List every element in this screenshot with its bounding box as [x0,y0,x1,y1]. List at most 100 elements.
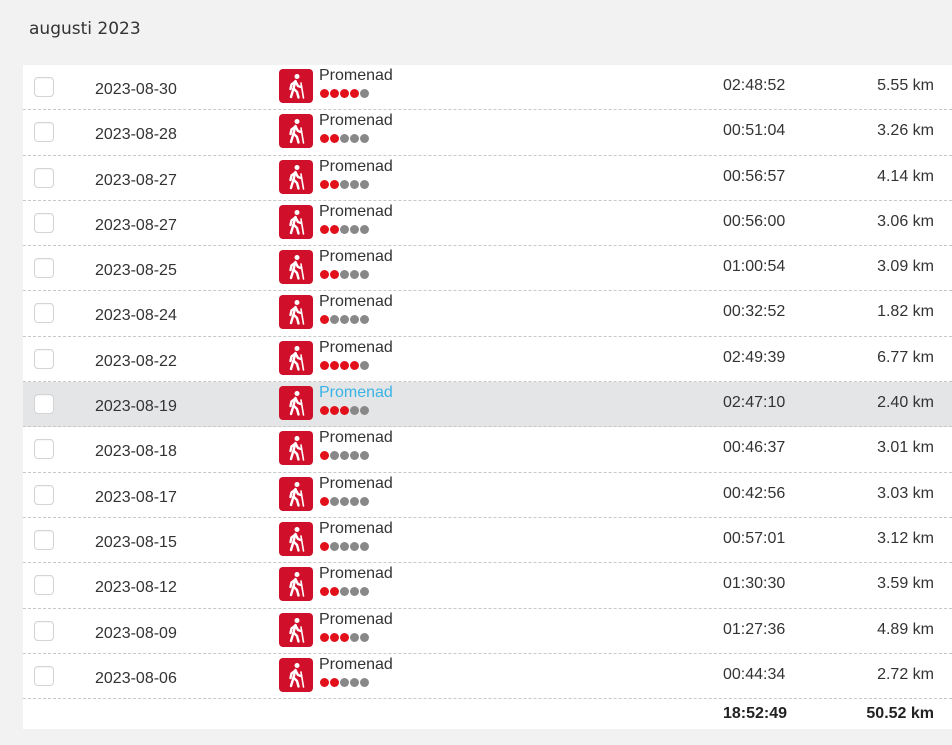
intensity-dot-empty [350,270,359,280]
row-checkbox[interactable] [34,122,54,143]
row-checkbox[interactable] [34,484,54,505]
activity-type-link[interactable]: Promenad [319,565,393,583]
activity-distance: 1.82 km [877,303,934,321]
totals-row: 18:52:49 50.52 km [23,699,952,729]
activity-row[interactable]: 2023-08-27 Promenad 00:56:00 3.06 km [23,201,952,247]
intensity-dot-empty [340,179,349,189]
intensity-dot-empty [350,496,359,506]
intensity-dot-filled [350,89,359,98]
intensity-dot-empty [340,451,349,461]
activity-distance: 3.01 km [877,439,934,457]
row-checkbox[interactable] [34,439,54,460]
activity-date: 2023-08-25 [95,262,177,280]
activity-row[interactable]: 2023-08-06 Promenad 00:44:34 2.72 km [23,654,952,700]
intensity-dot-filled [340,360,349,370]
activity-type-link[interactable]: Promenad [319,203,393,221]
intensity-dot-filled [320,541,329,551]
activity-row[interactable]: 2023-08-12 Promenad 01:30:30 3.59 km [23,563,952,609]
row-checkbox[interactable] [34,529,54,550]
activity-distance: 6.77 km [877,348,934,366]
row-checkbox[interactable] [34,348,54,369]
intensity-dot-filled [320,315,329,325]
intensity-dot-empty [350,134,359,144]
intensity-dot-filled [330,179,339,189]
intensity-dots [320,179,370,190]
activity-duration: 02:47:10 [723,394,786,412]
activity-duration: 00:51:04 [723,122,786,140]
intensity-dot-empty [360,179,369,189]
activity-row[interactable]: 2023-08-28 Promenad 00:51:04 3.26 km [23,110,952,156]
activity-row[interactable]: 2023-08-25 Promenad 01:00:54 3.09 km [23,246,952,292]
activity-row[interactable]: 2023-08-24 Promenad 00:32:52 1.82 km [23,291,952,337]
row-checkbox[interactable] [34,620,54,641]
intensity-dot-empty [350,315,359,325]
activity-list: 2023-08-30 Promenad 02:48:52 5.55 km 202… [23,65,952,730]
intensity-dot-filled [320,451,329,461]
row-checkbox[interactable] [34,575,54,596]
row-checkbox[interactable] [34,303,54,324]
activity-row[interactable]: 2023-08-09 Promenad 01:27:36 4.89 km [23,609,952,654]
intensity-dots [320,632,370,643]
intensity-dot-empty [360,632,369,642]
walking-person-icon [279,340,313,375]
activity-duration: 00:56:00 [723,212,786,230]
intensity-dots [320,677,370,688]
intensity-dot-empty [350,224,359,234]
row-checkbox[interactable] [34,258,54,279]
activity-duration: 00:46:37 [723,439,786,457]
intensity-dot-filled [330,632,339,642]
row-checkbox[interactable] [34,665,54,686]
intensity-dot-filled [320,360,329,370]
activity-type-link[interactable]: Promenad [319,293,393,311]
activity-row[interactable]: 2023-08-22 Promenad 02:49:39 6.77 km [23,337,952,383]
intensity-dot-empty [360,496,369,506]
activity-row[interactable]: 2023-08-17 Promenad 00:42:56 3.03 km [23,473,952,518]
activity-type-link[interactable]: Promenad [319,475,393,493]
intensity-dot-filled [330,677,339,687]
intensity-dot-empty [360,541,369,551]
intensity-dot-empty [340,541,349,551]
walking-person-icon [279,521,313,556]
activity-type-link[interactable]: Promenad [319,611,393,629]
intensity-dot-filled [320,224,329,234]
activity-type-link[interactable]: Promenad [319,429,393,447]
activity-distance: 5.55 km [877,77,934,94]
intensity-dots [320,496,370,507]
intensity-dot-empty [360,587,369,597]
intensity-dot-empty [340,270,349,280]
intensity-dot-filled [330,406,339,416]
row-checkbox[interactable] [34,77,54,97]
activity-row[interactable]: 2023-08-19 Promenad 02:47:10 2.40 km [23,382,952,428]
intensity-dot-empty [360,406,369,416]
row-checkbox[interactable] [34,167,54,188]
intensity-dot-filled [350,360,359,370]
activity-type-link[interactable]: Promenad [319,520,393,538]
activity-type-link[interactable]: Promenad [319,67,393,85]
activity-row[interactable]: 2023-08-30 Promenad 02:48:52 5.55 km [23,65,952,111]
activity-distance: 4.14 km [877,167,934,185]
intensity-dot-empty [340,315,349,325]
activity-row[interactable]: 2023-08-18 Promenad 00:46:37 3.01 km [23,427,952,473]
intensity-dot-empty [350,541,359,551]
total-distance: 50.52 km [866,705,934,723]
activity-type-link[interactable]: Promenad [319,158,393,176]
activity-distance: 3.26 km [877,122,934,140]
activity-duration: 02:48:52 [723,77,786,94]
month-title: augusti 2023 [29,19,141,39]
intensity-dot-empty [340,677,349,687]
activity-type-link[interactable]: Promenad [319,339,393,357]
intensity-dot-filled [320,89,329,98]
row-checkbox[interactable] [34,394,54,415]
activity-type-link[interactable]: Promenad [319,384,393,402]
row-checkbox[interactable] [34,212,54,233]
intensity-dot-filled [330,587,339,597]
activity-row[interactable]: 2023-08-27 Promenad 00:56:57 4.14 km [23,156,952,201]
walking-person-icon [279,295,313,330]
activity-type-link[interactable]: Promenad [319,656,393,674]
activity-type-link[interactable]: Promenad [319,248,393,266]
activity-row[interactable]: 2023-08-15 Promenad 00:57:01 3.12 km [23,518,952,564]
activity-type-link[interactable]: Promenad [319,112,393,130]
walking-person-icon [279,204,313,239]
intensity-dot-empty [360,360,369,370]
intensity-dot-empty [350,677,359,687]
